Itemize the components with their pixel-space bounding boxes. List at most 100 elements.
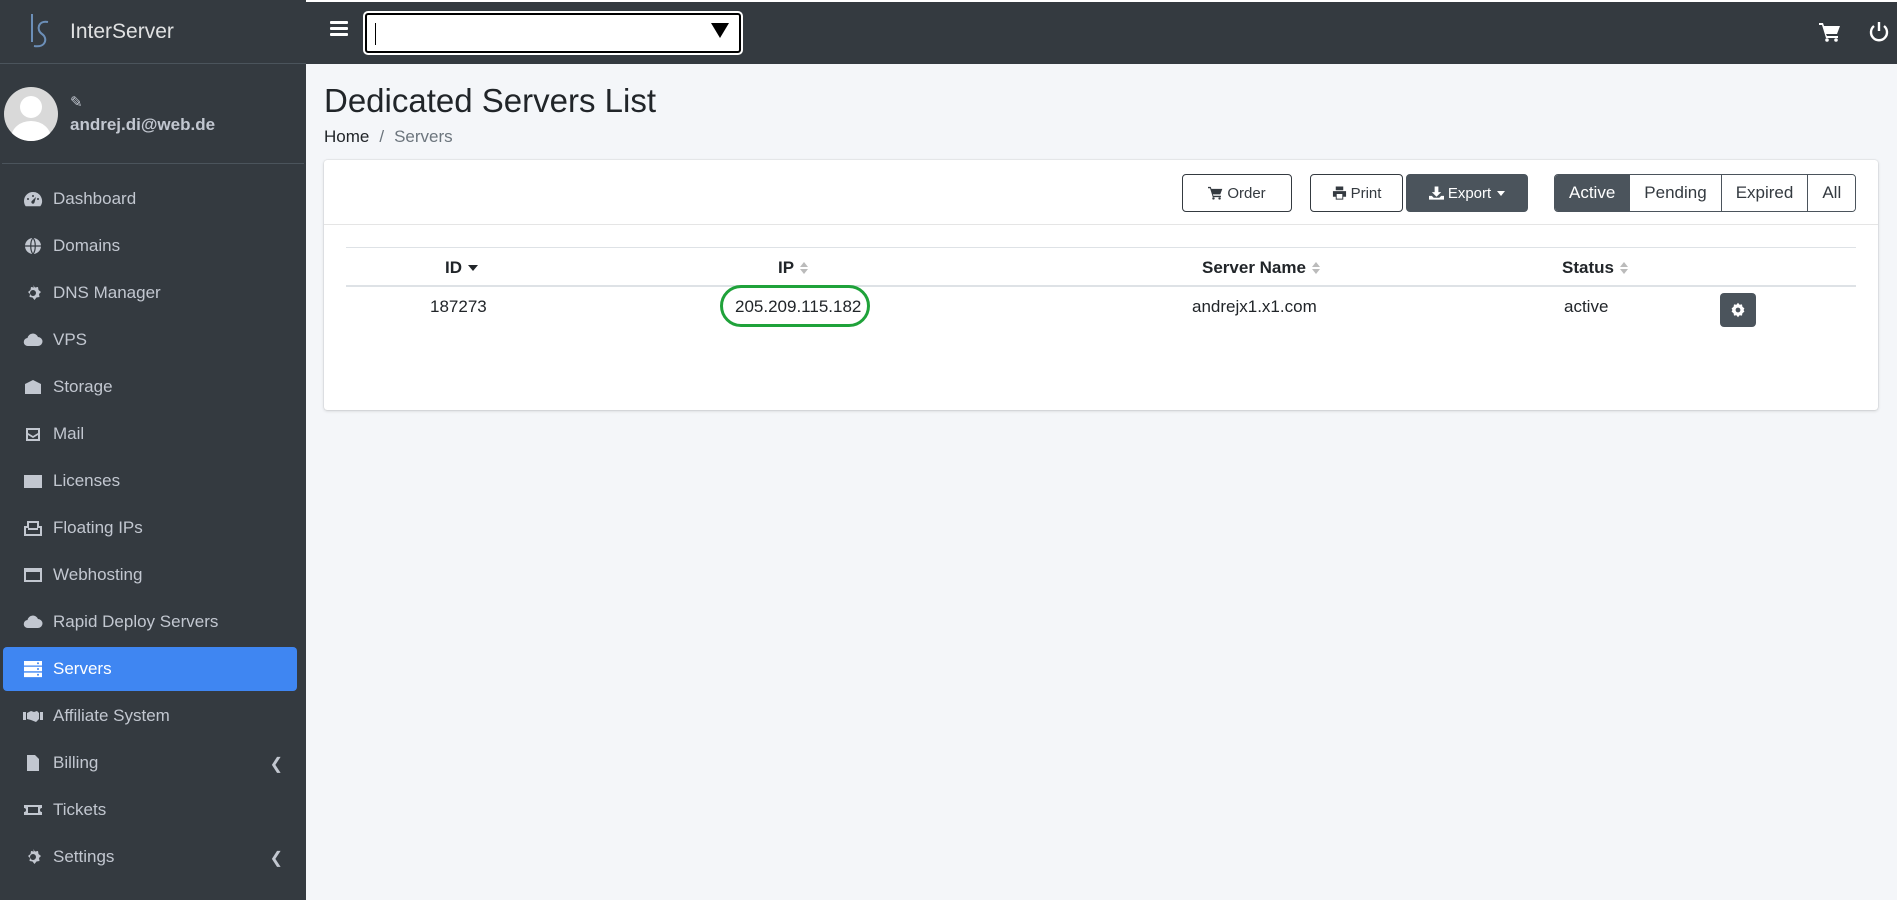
cell-status: active [1564,297,1609,316]
sidebar-item-settings[interactable]: Settings ❮ [3,835,297,879]
brand-name: InterServer [70,19,174,43]
storage-icon [22,378,44,396]
cart-icon [1208,186,1223,200]
sidebar-item-servers[interactable]: Servers [3,647,297,691]
brand[interactable]: InterServer [0,0,306,64]
cart-icon[interactable] [1819,22,1841,42]
export-dropdown-button[interactable]: Export [1406,174,1528,212]
chevron-left-icon: ❮ [269,756,283,773]
servers-table: ID IP Server Name Status 187273 205.209.… [346,247,1856,333]
sidebar-item-billing[interactable]: Billing ❮ [3,741,297,785]
cloud-icon [22,613,44,631]
sidebar-item-affiliate-system[interactable]: Affiliate System [3,694,297,738]
column-header-label: Server Name [1202,258,1306,277]
column-header-label: IP [778,258,795,277]
sidebar-item-floating-ips[interactable]: Floating IPs [3,506,297,550]
pencil-icon[interactable]: ✎ [70,93,215,111]
top-navbar [306,0,1897,64]
sidebar-item-domains[interactable]: Domains [3,224,297,268]
invoice-icon [22,754,44,772]
sidebar-item-dashboard[interactable]: Dashboard [3,177,297,221]
table-row[interactable]: 187273 205.209.115.182 andrejx1.x1.com a… [346,285,1856,333]
sidebar-item-licenses[interactable]: Licenses [3,459,297,503]
servers-card: Order Print Export Active Pending Expire… [324,160,1878,410]
order-button-label: Order [1227,184,1266,202]
sidebar-item-dns-manager[interactable]: DNS Manager [3,271,297,315]
sidebar-item-label: Rapid Deploy Servers [53,612,219,631]
export-button-label: Export [1447,184,1492,202]
filter-expired-button[interactable]: Expired [1720,175,1808,211]
sidebar-item-rapid-deploy-servers[interactable]: Rapid Deploy Servers [3,600,297,644]
row-settings-button[interactable] [1720,293,1756,327]
dashboard-icon [22,190,44,208]
cloud-cog-icon [22,331,44,349]
server-icon [22,660,44,678]
sidebar-item-label: Billing [53,753,99,772]
filter-pending-button[interactable]: Pending [1629,175,1721,211]
window-icon [22,566,44,584]
user-email[interactable]: andrej.di@web.de [70,115,215,135]
sort-icon [1619,262,1628,274]
sidebar-item-label: Tickets [53,800,107,819]
column-header-label: Status [1562,258,1614,277]
card-toolbar: Order Print Export Active Pending Expire… [324,160,1878,225]
download-icon [1428,186,1444,200]
avatar[interactable] [4,86,58,141]
sidebar-item-vps[interactable]: VPS [3,318,297,362]
sidebar-item-storage[interactable]: Storage [3,365,297,409]
main-content: Dedicated Servers List Home / Servers Or… [306,64,1897,900]
status-filter-group: Active Pending Expired All [1554,174,1857,212]
cell-id: 187273 [430,297,487,316]
column-header-label: ID [445,258,462,277]
globe-icon [22,237,44,255]
sort-desc-icon [468,265,478,271]
sidebar-item-label: Licenses [53,471,121,490]
breadcrumb: Home / Servers [324,127,453,147]
column-header-ip[interactable]: IP [778,258,809,278]
sidebar-nav: Dashboard Domains DNS Manager VPS Storag… [0,164,306,879]
chevron-left-icon: ❮ [269,850,283,867]
mail-icon [22,425,44,443]
print-button-label: Print [1350,184,1382,202]
inbox-icon [22,519,44,537]
gear-icon [1731,302,1745,318]
text-cursor [375,23,376,45]
sidebar-item-label: Settings [53,847,115,866]
sidebar-item-label: Storage [53,377,113,396]
filter-active-button[interactable]: Active [1555,175,1630,211]
cog-icon [22,284,44,302]
sidebar-item-label: Webhosting [53,565,143,584]
cell-server-name[interactable]: andrejx1.x1.com [1192,297,1317,317]
caret-down-icon [1497,190,1506,196]
column-header-status[interactable]: Status [1562,258,1628,278]
interserver-logo-icon [31,13,49,47]
sidebar-item-label: Mail [53,424,85,443]
sidebar-item-tickets[interactable]: Tickets [3,788,297,832]
ticket-icon [22,801,44,819]
handshake-icon [22,707,44,725]
filter-all-button[interactable]: All [1807,175,1856,211]
sidebar-item-label: VPS [53,330,88,349]
sidebar-item-label: Servers [53,659,112,678]
sidebar-item-label: DNS Manager [53,283,161,302]
dropdown-caret-icon[interactable] [711,23,729,38]
hamburger-menu-icon[interactable] [330,21,348,37]
user-panel: ✎ andrej.di@web.de [2,64,304,164]
sidebar-item-mail[interactable]: Mail [3,412,297,456]
breadcrumb-home[interactable]: Home [324,127,369,147]
breadcrumb-current: Servers [394,127,453,146]
order-button[interactable]: Order [1182,174,1292,212]
power-icon[interactable] [1869,21,1889,43]
sidebar-item-label: Affiliate System [53,706,170,725]
column-header-id[interactable]: ID [445,258,478,278]
sort-icon [800,262,809,274]
cell-ip[interactable]: 205.209.115.182 [735,297,861,317]
column-header-server-name[interactable]: Server Name [1202,258,1320,278]
page-title: Dedicated Servers List [324,82,656,119]
search-select[interactable] [363,11,743,55]
sidebar-item-label: Floating IPs [53,518,143,537]
print-button[interactable]: Print [1310,174,1403,212]
sidebar-item-webhosting[interactable]: Webhosting [3,553,297,597]
breadcrumb-separator: / [379,127,385,146]
sidebar: InterServer ✎ andrej.di@web.de Dashboard… [0,0,306,900]
